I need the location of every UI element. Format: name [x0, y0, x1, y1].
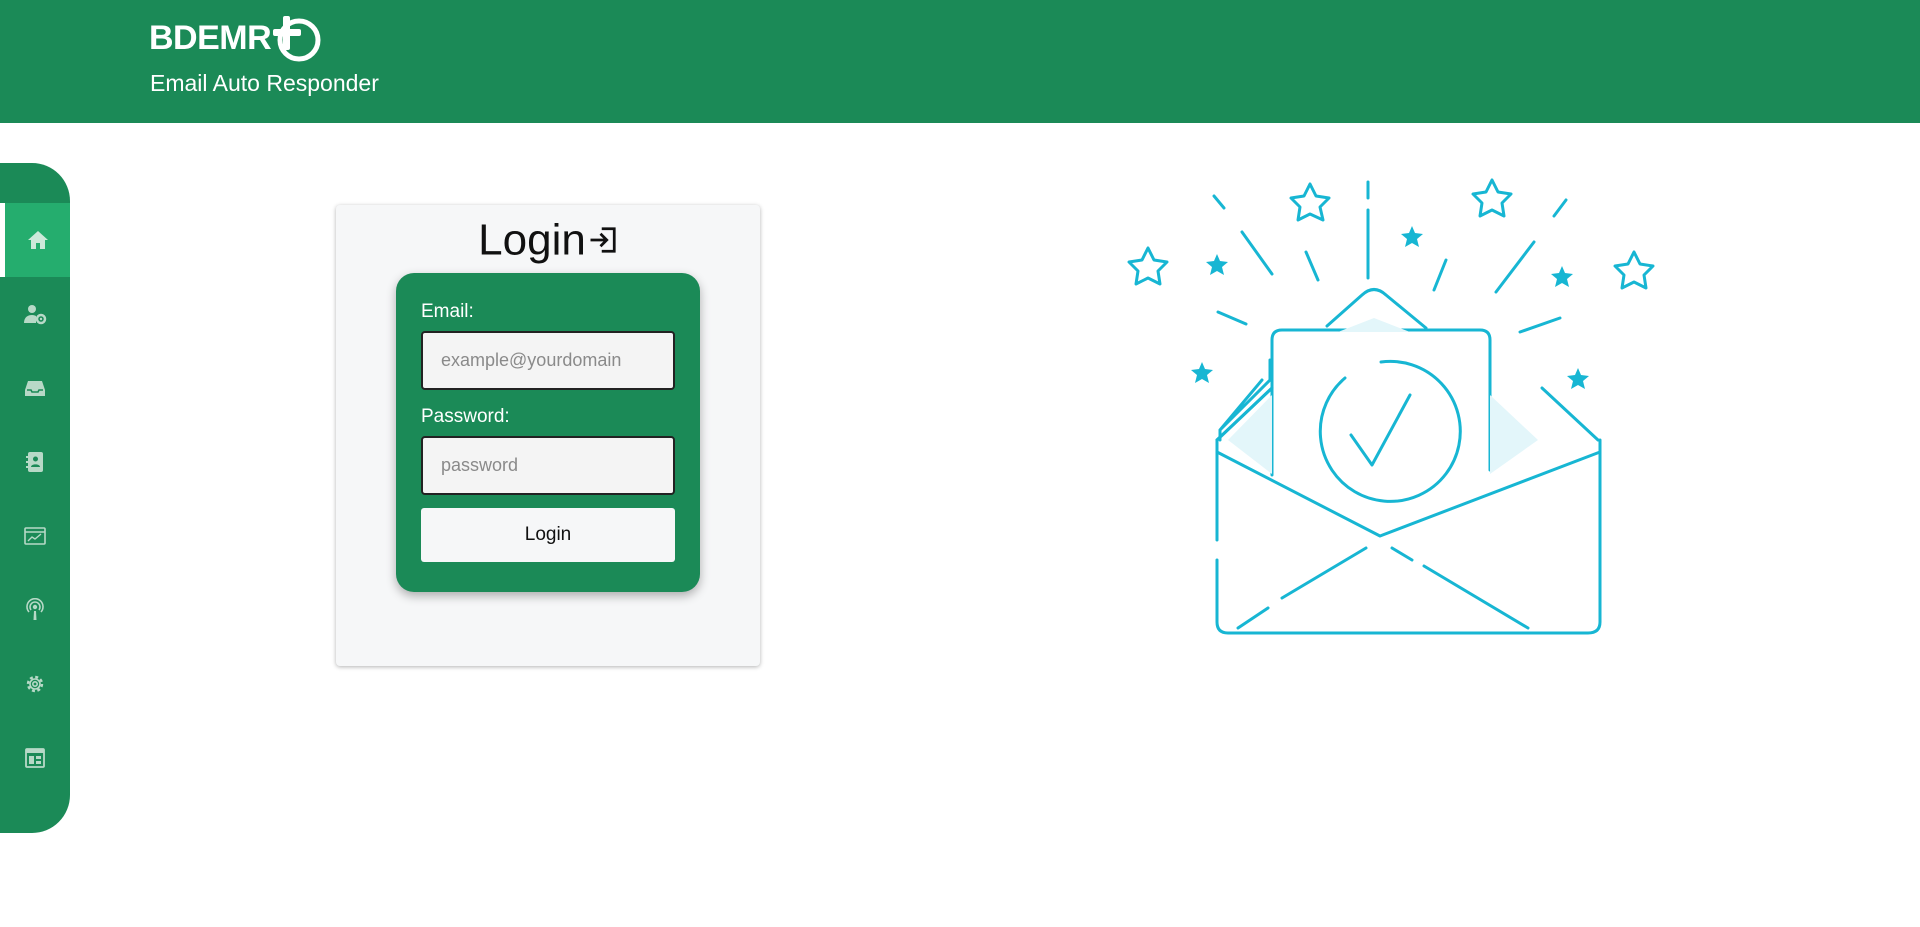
- login-card: Login Email: Password: Login: [336, 205, 760, 666]
- sidebar-item-home[interactable]: [0, 203, 70, 277]
- sidebar-item-contacts[interactable]: [0, 425, 70, 499]
- app-subtitle: Email Auto Responder: [150, 70, 379, 96]
- password-field[interactable]: [421, 436, 675, 495]
- sidebar-item-settings[interactable]: [0, 647, 70, 721]
- email-confirmed-illustration: [1127, 178, 1655, 635]
- email-field[interactable]: [421, 331, 675, 390]
- sidebar: [0, 163, 70, 833]
- logo-text: BDEMR: [149, 18, 272, 57]
- podcast-icon: [26, 598, 44, 620]
- inbox-icon: [25, 381, 45, 396]
- logo[interactable]: BDEMR: [149, 14, 321, 62]
- gear-icon: [26, 675, 44, 693]
- login-title: Login: [336, 213, 760, 265]
- sidebar-item-podcast[interactable]: [0, 573, 70, 647]
- sidebar-item-user-settings[interactable]: [0, 277, 70, 351]
- user-settings-icon: [24, 305, 47, 325]
- password-label: Password:: [421, 406, 510, 427]
- sidebar-item-inbox[interactable]: [0, 351, 70, 425]
- sidebar-item-table[interactable]: [0, 721, 70, 795]
- login-title-text: Login: [478, 215, 586, 265]
- login-icon: [590, 227, 616, 253]
- contacts-icon: [26, 452, 43, 472]
- table-icon: [25, 748, 45, 768]
- email-label: Email:: [421, 301, 474, 322]
- analytics-icon: [24, 527, 46, 545]
- login-button[interactable]: Login: [421, 508, 675, 562]
- app-header: BDEMR Email Auto Responder: [0, 0, 1920, 123]
- login-form: Email: Password: Login: [396, 273, 700, 592]
- logo-plus-icon: [273, 16, 321, 62]
- sidebar-item-analytics[interactable]: [0, 499, 70, 573]
- home-icon: [27, 231, 48, 249]
